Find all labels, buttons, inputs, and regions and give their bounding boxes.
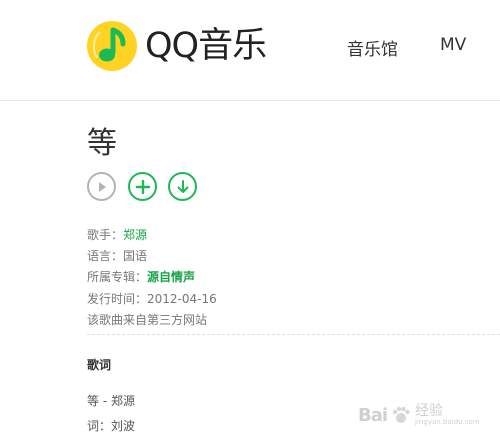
lyrics-heading: 歌词 bbox=[87, 358, 112, 372]
album-row: 所属专辑：源自情声 bbox=[87, 268, 195, 285]
lyric-line: 等 - 郑源 bbox=[87, 394, 135, 408]
site-header: QQ音乐 音乐馆 MV bbox=[0, 0, 500, 101]
singer-link[interactable]: 郑源 bbox=[123, 228, 147, 242]
singer-row: 歌手：郑源 bbox=[87, 226, 147, 243]
release-row: 发行时间：2012-04-16 bbox=[87, 290, 217, 307]
nav-mv[interactable]: MV bbox=[440, 35, 466, 55]
play-icon bbox=[98, 181, 106, 192]
divider bbox=[87, 334, 500, 335]
watermark-text: Bai bbox=[358, 404, 388, 426]
watermark-url: jingyan.baidu.com bbox=[415, 418, 480, 426]
watermark-cn-block: 经验 jingyan.baidu.com bbox=[415, 404, 480, 426]
release-label: 发行时间： bbox=[87, 292, 148, 306]
download-icon bbox=[177, 179, 188, 193]
add-to-playlist-button[interactable] bbox=[128, 172, 157, 201]
logo-text[interactable]: QQ音乐 bbox=[145, 22, 267, 70]
language-row: 语言：国语 bbox=[87, 247, 147, 264]
source-note: 该歌曲来自第三方网站 bbox=[87, 313, 208, 327]
album-link[interactable]: 源自情声 bbox=[147, 270, 195, 284]
watermark-cn: 经验 bbox=[415, 403, 444, 419]
song-title: 等 bbox=[87, 126, 117, 161]
download-button[interactable] bbox=[168, 172, 197, 201]
language-value: 国语 bbox=[123, 249, 148, 263]
singer-label: 歌手： bbox=[87, 228, 124, 242]
qq-music-logo-icon[interactable] bbox=[86, 20, 138, 72]
album-label: 所属专辑： bbox=[87, 270, 148, 284]
nav-music-hall[interactable]: 音乐馆 bbox=[347, 35, 398, 60]
play-button[interactable] bbox=[87, 172, 116, 201]
plus-icon bbox=[135, 179, 150, 194]
paw-icon bbox=[392, 406, 410, 423]
language-label: 语言： bbox=[87, 249, 124, 263]
release-date: 2012-04-16 bbox=[147, 292, 217, 306]
baidu-jingyan-watermark: Bai 经验 jingyan.baidu.com bbox=[358, 397, 486, 433]
lyric-line: 词：刘波 bbox=[87, 419, 136, 433]
